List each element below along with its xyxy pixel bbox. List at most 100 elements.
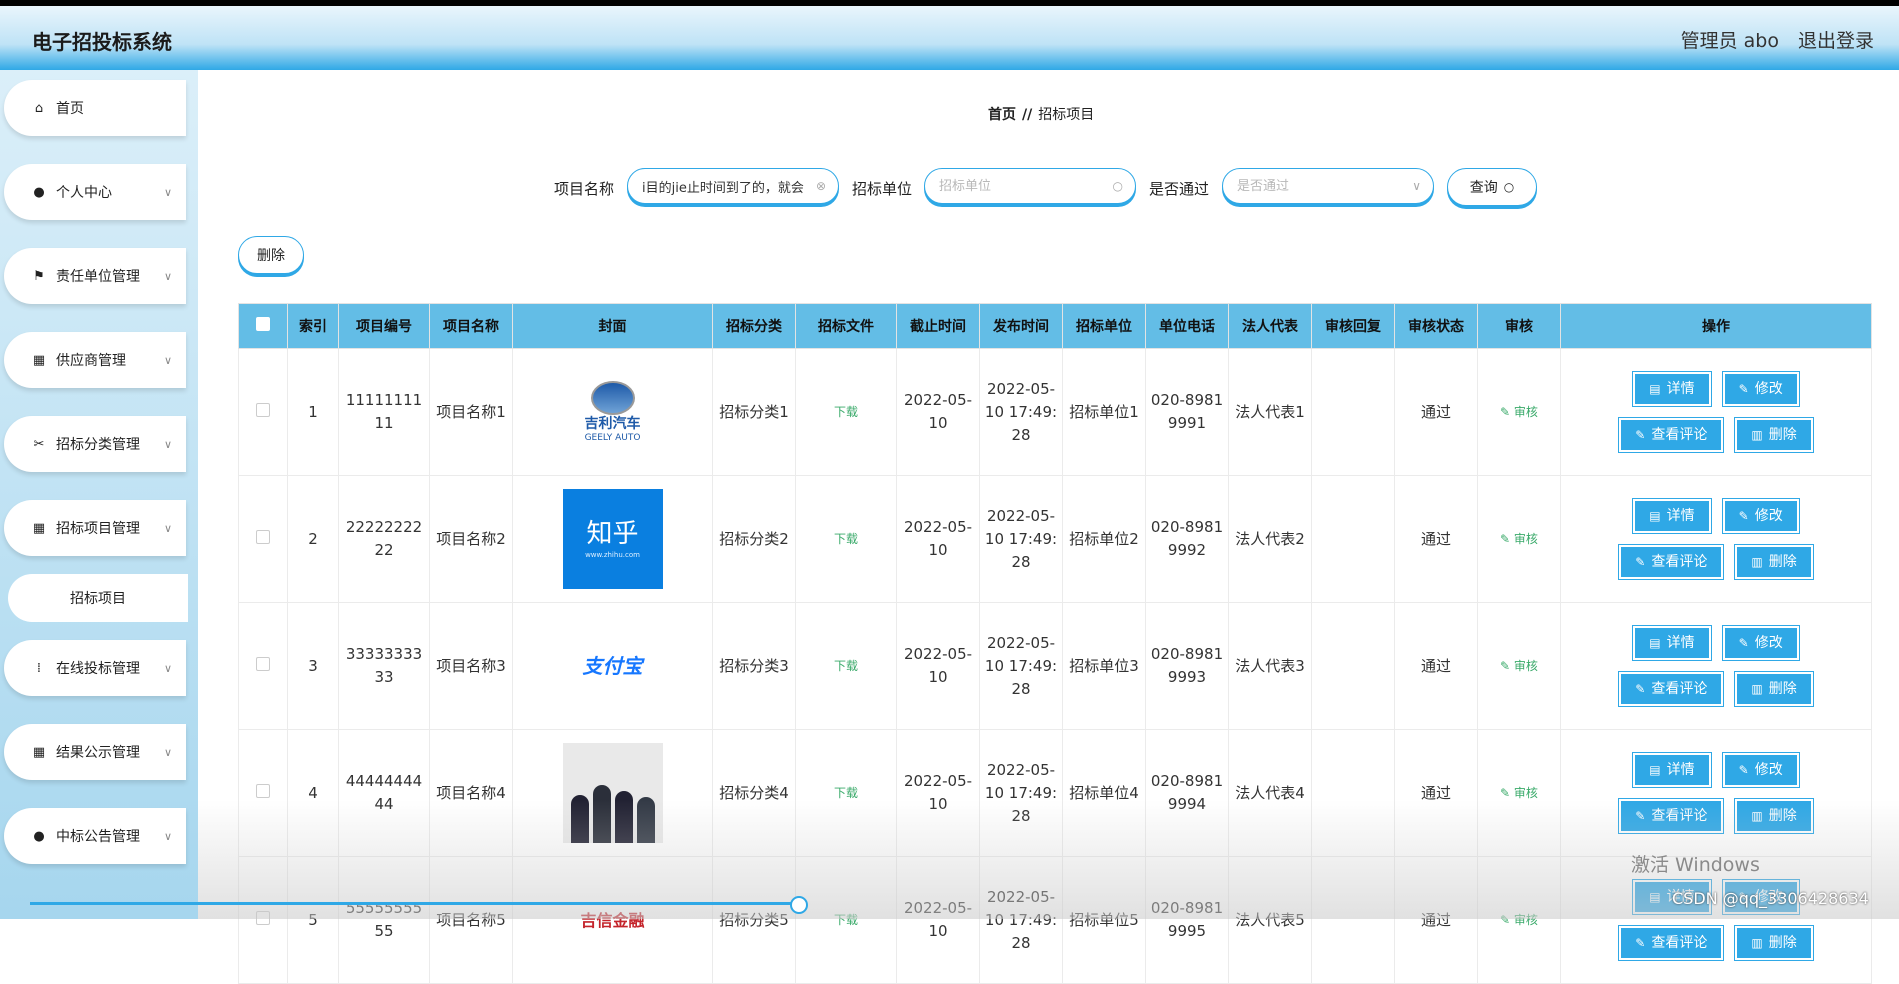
row-checkbox[interactable] bbox=[256, 529, 270, 544]
edit-label: 修改 bbox=[1754, 634, 1783, 651]
chevron-down-icon: ∨ bbox=[163, 745, 172, 759]
audit-link[interactable]: ✎ 审核 bbox=[1500, 532, 1538, 546]
breadcrumb-home[interactable]: 首页 bbox=[988, 107, 1016, 123]
delete-button[interactable]: ▥ 删除 bbox=[1734, 925, 1814, 961]
sidebar-item-projects[interactable]: ▦ 招标项目管理 ∨ bbox=[4, 500, 186, 556]
row-select-cell[interactable] bbox=[238, 729, 288, 857]
comments-label: 查看评论 bbox=[1651, 426, 1708, 443]
publish-cell: 2022-05-10 17:49:28 bbox=[979, 348, 1063, 476]
cover-cell: 知乎 www.zhihu.com bbox=[512, 475, 713, 603]
row-select-cell[interactable] bbox=[238, 475, 288, 603]
col-header: 操作 bbox=[1560, 303, 1872, 349]
view-comments-button[interactable]: ✎ 查看评论 bbox=[1618, 544, 1725, 580]
sidebar-item-results[interactable]: ▦ 结果公示管理 ∨ bbox=[4, 724, 186, 780]
progress-knob[interactable] bbox=[790, 896, 808, 914]
submenu-item-projects[interactable]: 招标项目 bbox=[8, 574, 188, 622]
trash-icon: ▥ bbox=[1751, 554, 1763, 569]
edit-button[interactable]: ✎ 修改 bbox=[1721, 371, 1800, 407]
col-header: 审核回复 bbox=[1311, 303, 1395, 349]
query-button[interactable]: 查询 ○ bbox=[1447, 168, 1537, 206]
download-link[interactable]: 下载 bbox=[834, 913, 858, 927]
select-all-cell[interactable] bbox=[238, 303, 288, 349]
pass-select-input[interactable] bbox=[1235, 177, 1409, 195]
detail-button[interactable]: ▤ 详情 bbox=[1632, 371, 1712, 407]
name-cell: 项目名称4 bbox=[429, 729, 513, 857]
detail-button[interactable]: ▤ 详情 bbox=[1632, 498, 1712, 534]
trash-icon: ▥ bbox=[1751, 935, 1763, 950]
row-checkbox[interactable] bbox=[256, 402, 270, 417]
unit-cell: 招标单位4 bbox=[1062, 729, 1146, 857]
row-checkbox[interactable] bbox=[256, 656, 270, 671]
detail-button[interactable]: ▤ 详情 bbox=[1632, 752, 1712, 788]
chevron-down-icon: ∨ bbox=[163, 661, 172, 675]
publish-cell: 2022-05-10 17:49:28 bbox=[979, 475, 1063, 603]
view-comments-button[interactable]: ✎ 查看评论 bbox=[1618, 925, 1725, 961]
edit-button[interactable]: ✎ 修改 bbox=[1721, 752, 1800, 788]
video-progress-bar[interactable] bbox=[30, 896, 808, 914]
bulb-icon: ● bbox=[33, 828, 45, 844]
audit-link[interactable]: ✎ 审核 bbox=[1500, 786, 1538, 800]
row-select-cell[interactable] bbox=[238, 348, 288, 476]
sidebar-item-units[interactable]: ⚑ 责任单位管理 ∨ bbox=[4, 248, 186, 304]
user-icon: ● bbox=[33, 184, 45, 200]
sidebar-item-online-bids[interactable]: ⁞ 在线投标管理 ∨ bbox=[4, 640, 186, 696]
row-select-cell[interactable] bbox=[238, 856, 288, 984]
audit-link[interactable]: ✎ 审核 bbox=[1500, 659, 1538, 673]
sidebar-item-announcements[interactable]: ● 中标公告管理 ∨ bbox=[4, 808, 186, 864]
edit-button[interactable]: ✎ 修改 bbox=[1721, 625, 1800, 661]
logout-link[interactable]: 退出登录 bbox=[1798, 26, 1874, 53]
col-header: 招标分类 bbox=[712, 303, 796, 349]
audit-link[interactable]: ✎ 审核 bbox=[1500, 913, 1538, 927]
batch-delete-button[interactable]: 删除 bbox=[238, 236, 304, 274]
view-comments-button[interactable]: ✎ 查看评论 bbox=[1618, 417, 1725, 453]
breadcrumb-separator: // bbox=[1022, 107, 1033, 123]
download-link[interactable]: 下载 bbox=[834, 659, 858, 673]
project-table: 索引 项目编号 项目名称 封面 招标分类 招标文件 截止时间 发布时间 招标单位… bbox=[238, 303, 1872, 984]
bid-unit-input[interactable] bbox=[937, 177, 1109, 195]
index-cell: 1 bbox=[287, 348, 339, 476]
category-cell: 招标分类5 bbox=[712, 856, 796, 984]
view-comments-button[interactable]: ✎ 查看评论 bbox=[1618, 671, 1725, 707]
status-cell: 通过 bbox=[1394, 348, 1478, 476]
row-checkbox[interactable] bbox=[256, 783, 270, 798]
ops-cell: ▤ 详情 ✎ 修改 ✎ 查看评论 ▥ 删除 bbox=[1560, 729, 1872, 857]
sidebar-item-categories[interactable]: ✂ 招标分类管理 ∨ bbox=[4, 416, 186, 472]
edit-button[interactable]: ✎ 修改 bbox=[1721, 498, 1800, 534]
index-cell: 5 bbox=[287, 856, 339, 984]
edit-icon: ✎ bbox=[1635, 427, 1646, 442]
delete-button[interactable]: ▥ 删除 bbox=[1734, 544, 1814, 580]
row-select-cell[interactable] bbox=[238, 602, 288, 730]
delete-button[interactable]: ▥ 删除 bbox=[1734, 798, 1814, 834]
code-cell: 5555555555 bbox=[338, 856, 430, 984]
download-link[interactable]: 下载 bbox=[834, 532, 858, 546]
trash-icon: ▥ bbox=[1751, 427, 1763, 442]
document-icon: ▤ bbox=[1649, 508, 1661, 523]
sidebar-item-label: 中标公告管理 bbox=[56, 829, 140, 845]
sidebar-item-suppliers[interactable]: ▦ 供应商管理 ∨ bbox=[4, 332, 186, 388]
bid-unit-field[interactable]: ○ bbox=[924, 168, 1136, 204]
publish-cell: 2022-05-10 17:49:28 bbox=[979, 856, 1063, 984]
download-link[interactable]: 下载 bbox=[834, 786, 858, 800]
sidebar-item-personal[interactable]: ● 个人中心 ∨ bbox=[4, 164, 186, 220]
audit-link[interactable]: ✎ 审核 bbox=[1500, 405, 1538, 419]
row-checkbox[interactable] bbox=[256, 910, 270, 925]
cover-image: 支付宝 bbox=[563, 616, 663, 716]
legal-cell: 法人代表3 bbox=[1228, 602, 1312, 730]
sidebar-item-home[interactable]: ⌂ 首页 bbox=[4, 80, 186, 136]
view-comments-button[interactable]: ✎ 查看评论 bbox=[1618, 798, 1725, 834]
pass-select[interactable]: ∨ bbox=[1222, 168, 1434, 204]
edit-icon: ✎ bbox=[1635, 554, 1646, 569]
download-link[interactable]: 下载 bbox=[834, 405, 858, 419]
search-icon: ○ bbox=[1112, 179, 1123, 193]
clear-icon[interactable]: ⊗ bbox=[816, 179, 826, 193]
sidebar-item-label: 首页 bbox=[56, 101, 84, 117]
phone-cell: 020-89819991 bbox=[1145, 348, 1229, 476]
delete-button[interactable]: ▥ 删除 bbox=[1734, 417, 1814, 453]
edit-label: 修改 bbox=[1754, 761, 1783, 778]
select-all-checkbox[interactable] bbox=[256, 317, 270, 331]
project-name-field[interactable]: ⊗ bbox=[627, 168, 839, 204]
project-name-input[interactable] bbox=[640, 177, 812, 195]
edit-icon: ✎ bbox=[1500, 786, 1514, 800]
detail-button[interactable]: ▤ 详情 bbox=[1632, 625, 1712, 661]
delete-button[interactable]: ▥ 删除 bbox=[1734, 671, 1814, 707]
